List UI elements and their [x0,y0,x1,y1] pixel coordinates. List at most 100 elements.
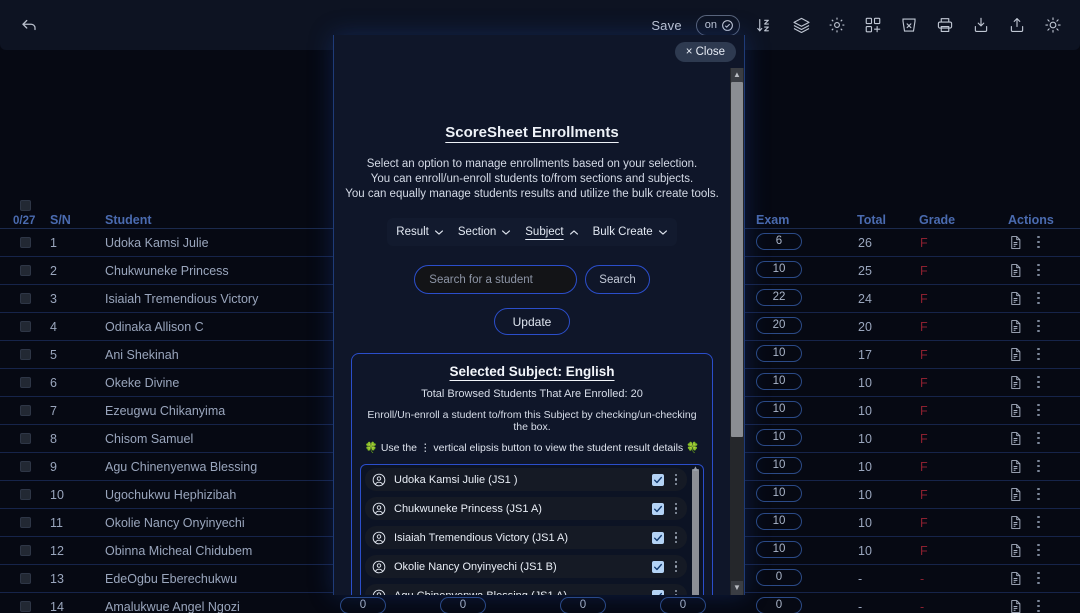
score-pill[interactable]: 0 [660,597,706,613]
enrollment-list-item[interactable]: Agu Chinenyenwa Blessing (JS1 A) [365,584,687,595]
row-menu-icon[interactable] [1037,541,1040,559]
row-document-icon[interactable] [1008,486,1023,508]
row-checkbox[interactable] [20,517,31,528]
row-exam-score[interactable]: 10 [756,541,802,558]
row-exam-score[interactable]: 0 [756,597,802,613]
row-exam-score[interactable]: 10 [756,401,802,418]
enrollment-list-item[interactable]: Chukwuneke Princess (JS1 A) [365,497,687,520]
row-document-icon[interactable] [1008,346,1023,368]
row-document-icon[interactable] [1008,234,1023,256]
row-menu-icon[interactable] [1037,233,1040,251]
search-button[interactable]: Search [585,265,649,294]
modal-scroll-up-icon[interactable]: ▲ [731,68,743,82]
download-icon[interactable] [970,13,992,37]
enrollment-list-item[interactable]: Isiaiah Tremendious Victory (JS1 A) [365,526,687,549]
segment-subject[interactable]: Subject [523,224,580,240]
segment-section[interactable]: Section [456,224,513,240]
row-checkbox[interactable] [20,489,31,500]
modal-scrollbar-thumb[interactable] [731,82,743,437]
row-document-icon[interactable] [1008,318,1023,340]
enrollment-menu-icon[interactable] [671,472,681,488]
row-menu-icon[interactable] [1037,261,1040,279]
row-exam-score[interactable]: 10 [756,485,802,502]
delete-box-icon[interactable] [898,13,920,37]
row-checkbox[interactable] [20,349,31,360]
enrollment-list-item[interactable]: Udoka Kamsi Julie (JS1 ) [365,468,687,491]
segment-result[interactable]: Result [394,224,446,240]
row-menu-icon[interactable] [1037,485,1040,503]
gear-icon[interactable] [826,13,848,37]
row-exam-score[interactable]: 10 [756,261,802,278]
row-checkbox[interactable] [20,377,31,388]
row-checkbox[interactable] [20,545,31,556]
enrollment-checkbox[interactable] [652,590,664,596]
enrollment-menu-icon[interactable] [671,588,681,595]
row-document-icon[interactable] [1008,542,1023,564]
row-checkbox[interactable] [20,237,31,248]
row-document-icon[interactable] [1008,430,1023,452]
row-checkbox[interactable] [20,573,31,584]
row-document-icon[interactable] [1008,262,1023,284]
row-exam-score[interactable]: 10 [756,513,802,530]
enrollment-checkbox[interactable] [652,474,664,486]
row-exam-score[interactable]: 10 [756,345,802,362]
score-pill[interactable]: 0 [560,597,606,613]
row-checkbox[interactable] [20,405,31,416]
row-document-icon[interactable] [1008,598,1023,613]
row-menu-icon[interactable] [1037,429,1040,447]
save-toggle[interactable]: on [696,15,740,36]
segment-bulk-create[interactable]: Bulk Create [591,224,670,240]
row-menu-icon[interactable] [1037,373,1040,391]
score-pill[interactable]: 0 [440,597,486,613]
row-exam-score[interactable]: 20 [756,317,802,334]
row-document-icon[interactable] [1008,514,1023,536]
row-menu-icon[interactable] [1037,569,1040,587]
upload-icon[interactable] [1006,13,1028,37]
row-document-icon[interactable] [1008,374,1023,396]
row-checkbox[interactable] [20,461,31,472]
grid-add-icon[interactable] [862,13,884,37]
row-menu-icon[interactable] [1037,317,1040,335]
row-exam-score[interactable]: 0 [756,569,802,586]
row-checkbox[interactable] [20,321,31,332]
layers-icon[interactable] [790,13,812,37]
modal-scroll-down-icon[interactable]: ▼ [731,581,743,595]
row-menu-icon[interactable] [1037,457,1040,475]
back-button[interactable] [14,10,44,40]
enrollment-list-item[interactable]: Okolie Nancy Onyinyechi (JS1 B) [365,555,687,578]
row-exam-score[interactable]: 22 [756,289,802,306]
row-document-icon[interactable] [1008,570,1023,592]
row-menu-icon[interactable] [1037,345,1040,363]
enrollment-menu-icon[interactable] [671,559,681,575]
enrollment-checkbox[interactable] [652,532,664,544]
row-checkbox[interactable] [20,293,31,304]
row-menu-icon[interactable] [1037,401,1040,419]
brightness-icon[interactable] [1042,13,1064,37]
enrollment-menu-icon[interactable] [671,501,681,517]
row-document-icon[interactable] [1008,402,1023,424]
row-document-icon[interactable] [1008,290,1023,312]
list-scrollbar-thumb[interactable] [692,469,699,595]
print-icon[interactable] [934,13,956,37]
score-pill[interactable]: 0 [340,597,386,613]
search-input[interactable] [414,265,577,294]
select-all-checkbox[interactable] [20,200,31,211]
row-exam-score[interactable]: 6 [756,233,802,250]
close-button[interactable]: × Close [675,42,736,62]
table-row[interactable]: 14Amalukwue Angel Ngozi00000-- [0,593,1080,613]
row-menu-icon[interactable] [1037,597,1040,613]
update-button[interactable]: Update [494,308,571,335]
row-document-icon[interactable] [1008,458,1023,480]
enrollment-checkbox[interactable] [652,561,664,573]
row-checkbox[interactable] [20,265,31,276]
row-menu-icon[interactable] [1037,289,1040,307]
row-exam-score[interactable]: 10 [756,373,802,390]
list-scroll-up-icon[interactable]: ▲ [691,464,700,473]
enrollment-checkbox[interactable] [652,503,664,515]
row-exam-score[interactable]: 10 [756,429,802,446]
sort-az-icon[interactable] [754,13,776,37]
enrollment-menu-icon[interactable] [671,530,681,546]
row-menu-icon[interactable] [1037,513,1040,531]
row-checkbox[interactable] [20,601,31,612]
row-exam-score[interactable]: 10 [756,457,802,474]
